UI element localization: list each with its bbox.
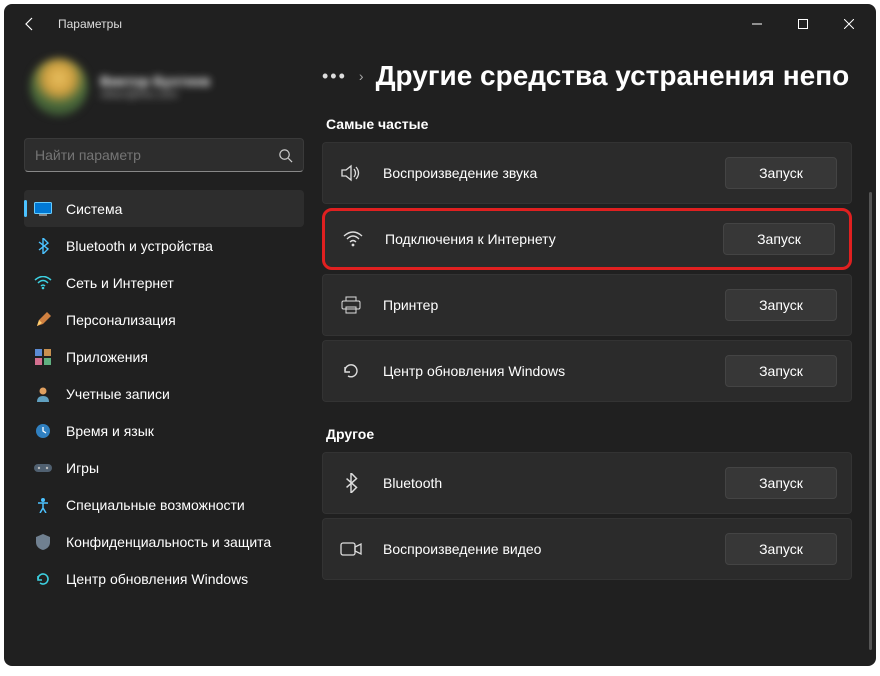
paint-icon	[34, 311, 52, 329]
sidebar-item-system[interactable]: Система	[24, 190, 304, 227]
troubleshooter-label: Принтер	[383, 297, 707, 313]
chevron-right-icon: ›	[359, 68, 364, 84]
close-button[interactable]	[826, 8, 872, 40]
sidebar-item-label: Время и язык	[66, 423, 154, 439]
video-icon	[337, 541, 365, 557]
sidebar-item-label: Система	[66, 201, 122, 217]
troubleshooter-update[interactable]: Центр обновления Windows Запуск	[322, 340, 852, 402]
troubleshooter-label: Воспроизведение видео	[383, 541, 707, 557]
settings-window: Параметры Виктор Бухтеев viktor@live.com	[4, 4, 876, 666]
run-button[interactable]: Запуск	[725, 533, 837, 565]
sidebar-item-update[interactable]: Центр обновления Windows	[24, 560, 304, 597]
troubleshooter-audio[interactable]: Воспроизведение звука Запуск	[322, 142, 852, 204]
sidebar-item-bluetooth[interactable]: Bluetooth и устройства	[24, 227, 304, 264]
run-button[interactable]: Запуск	[725, 467, 837, 499]
bluetooth-icon	[337, 473, 365, 493]
user-name: Виктор Бухтеев	[100, 73, 210, 89]
back-button[interactable]	[16, 10, 44, 38]
sidebar-item-label: Специальные возможности	[66, 497, 245, 513]
run-button[interactable]: Запуск	[725, 157, 837, 189]
troubleshooter-label: Подключения к Интернету	[385, 231, 705, 247]
troubleshooter-label: Центр обновления Windows	[383, 363, 707, 379]
sidebar-item-time[interactable]: Время и язык	[24, 412, 304, 449]
sidebar-item-label: Bluetooth и устройства	[66, 238, 213, 254]
sidebar: Виктор Бухтеев viktor@live.com Система B…	[4, 44, 312, 666]
content-scroll: Самые частые Воспроизведение звука Запус…	[312, 110, 876, 666]
update-icon	[34, 570, 52, 588]
troubleshooter-bluetooth[interactable]: Bluetooth Запуск	[322, 452, 852, 514]
sidebar-item-label: Приложения	[66, 349, 148, 365]
titlebar: Параметры	[4, 4, 876, 44]
scrollbar[interactable]	[869, 192, 872, 650]
sidebar-item-label: Персонализация	[66, 312, 176, 328]
nav-list: Система Bluetooth и устройства Сеть и Ин…	[24, 190, 304, 658]
run-button[interactable]: Запуск	[725, 289, 837, 321]
apps-icon	[34, 348, 52, 366]
window-controls	[734, 8, 872, 40]
sidebar-item-label: Центр обновления Windows	[66, 571, 248, 587]
sidebar-item-personalization[interactable]: Персонализация	[24, 301, 304, 338]
person-icon	[34, 385, 52, 403]
troubleshooter-video[interactable]: Воспроизведение видео Запуск	[322, 518, 852, 580]
troubleshooter-printer[interactable]: Принтер Запуск	[322, 274, 852, 336]
search-input[interactable]	[35, 147, 278, 163]
shield-icon	[34, 533, 52, 551]
clock-icon	[34, 422, 52, 440]
sync-icon	[337, 361, 365, 381]
printer-icon	[337, 296, 365, 314]
sidebar-item-gaming[interactable]: Игры	[24, 449, 304, 486]
search-box[interactable]	[24, 138, 304, 172]
search-icon	[278, 148, 293, 163]
maximize-button[interactable]	[780, 8, 826, 40]
speaker-icon	[337, 164, 365, 182]
sidebar-item-label: Сеть и Интернет	[66, 275, 174, 291]
sidebar-item-network[interactable]: Сеть и Интернет	[24, 264, 304, 301]
breadcrumb-more[interactable]: •••	[322, 66, 347, 87]
sidebar-item-label: Конфиденциальность и защита	[66, 534, 271, 550]
system-icon	[34, 200, 52, 218]
page-title: Другие средства устранения непо	[376, 60, 850, 92]
troubleshooter-label: Bluetooth	[383, 475, 707, 491]
gaming-icon	[34, 459, 52, 477]
sidebar-item-label: Учетные записи	[66, 386, 170, 402]
breadcrumb: ••• › Другие средства устранения непо	[312, 44, 876, 110]
user-email: viktor@live.com	[100, 89, 210, 101]
troubleshooter-label: Воспроизведение звука	[383, 165, 707, 181]
user-account-block[interactable]: Виктор Бухтеев viktor@live.com	[24, 44, 304, 134]
troubleshooter-internet[interactable]: Подключения к Интернету Запуск	[322, 208, 852, 270]
section-other-head: Другое	[326, 426, 852, 442]
window-title: Параметры	[58, 17, 122, 31]
sidebar-item-accounts[interactable]: Учетные записи	[24, 375, 304, 412]
avatar	[30, 58, 88, 116]
run-button[interactable]: Запуск	[725, 355, 837, 387]
wifi-icon	[339, 231, 367, 247]
run-button[interactable]: Запуск	[723, 223, 835, 255]
bluetooth-icon	[34, 237, 52, 255]
section-frequent-head: Самые частые	[326, 116, 852, 132]
accessibility-icon	[34, 496, 52, 514]
sidebar-item-apps[interactable]: Приложения	[24, 338, 304, 375]
main-content: ••• › Другие средства устранения непо Са…	[312, 44, 876, 666]
wifi-icon	[34, 274, 52, 292]
minimize-button[interactable]	[734, 8, 780, 40]
sidebar-item-privacy[interactable]: Конфиденциальность и защита	[24, 523, 304, 560]
sidebar-item-accessibility[interactable]: Специальные возможности	[24, 486, 304, 523]
sidebar-item-label: Игры	[66, 460, 99, 476]
